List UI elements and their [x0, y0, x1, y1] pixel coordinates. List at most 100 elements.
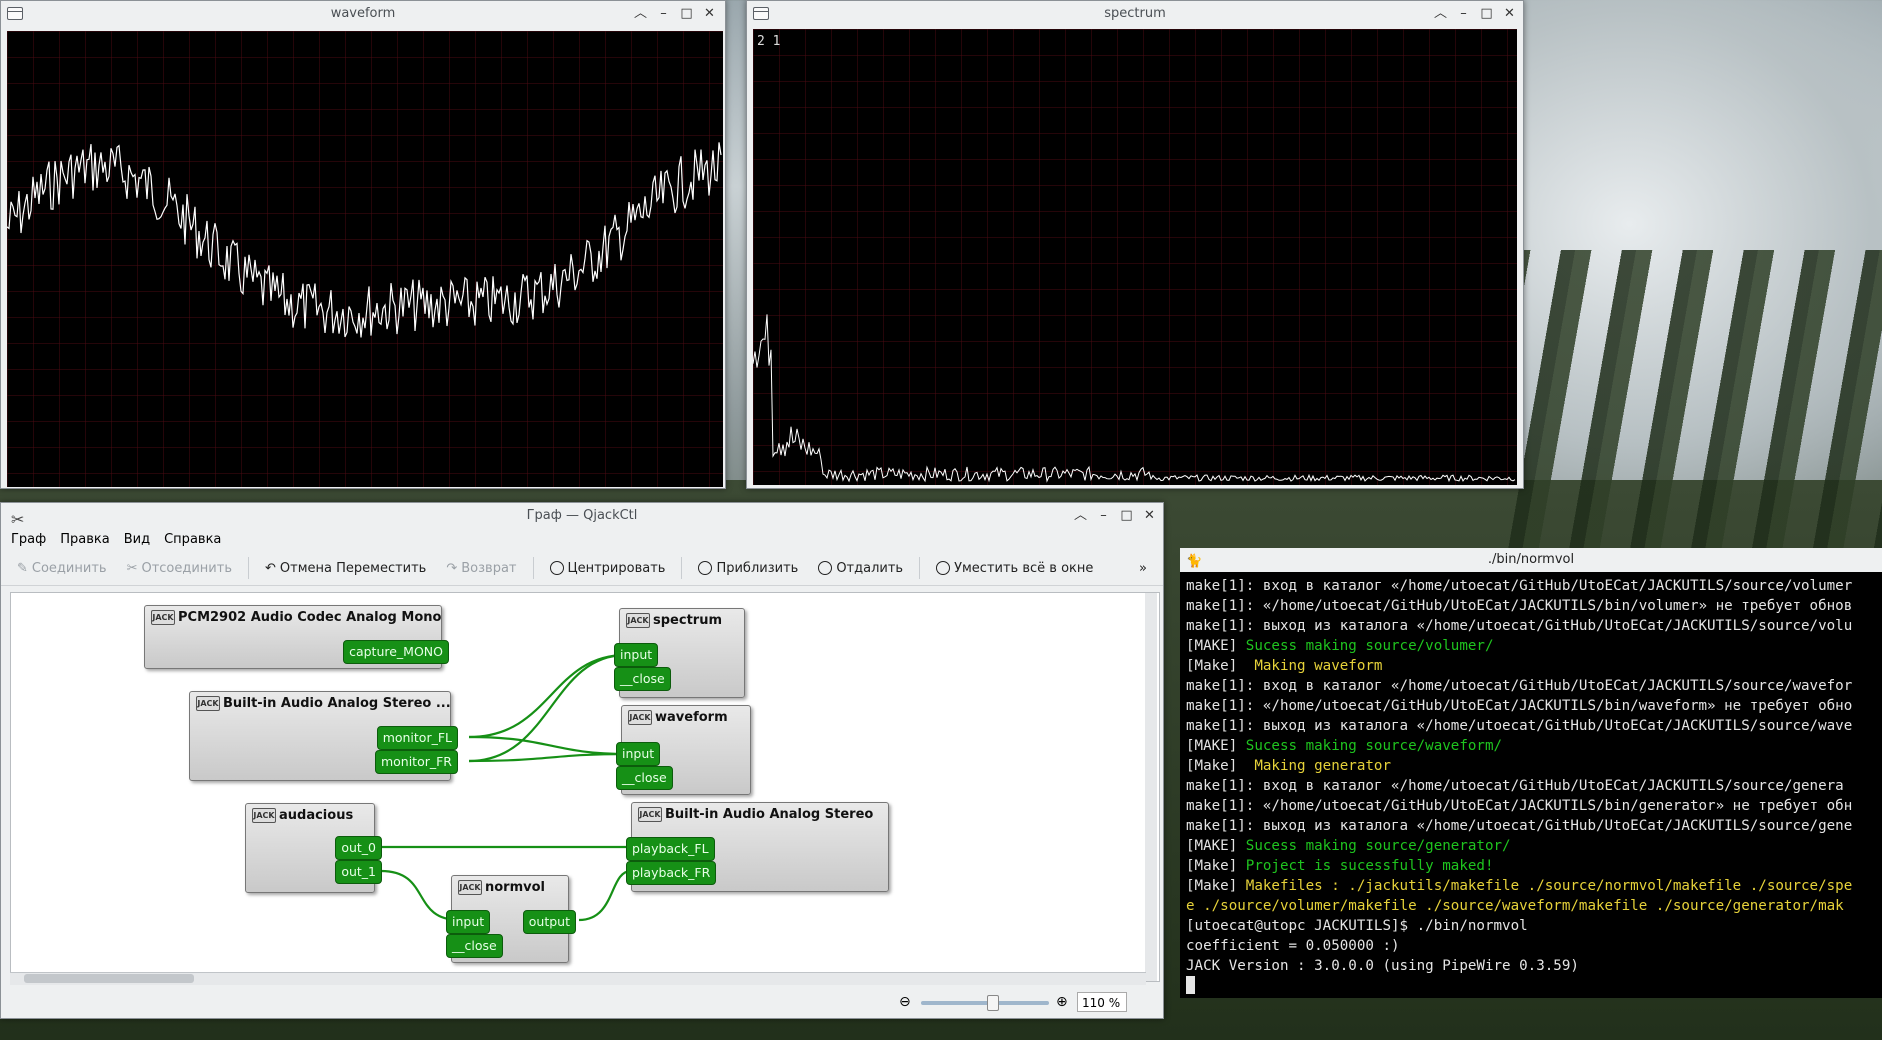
- line-text: Sucess making source/waveform/: [1245, 738, 1503, 754]
- jack-icon: JACK: [458, 880, 482, 895]
- maximize-icon[interactable]: □: [1479, 1, 1494, 27]
- close-icon[interactable]: ✕: [1502, 1, 1517, 27]
- node-audacious[interactable]: JACK audacious out_0 out_1: [245, 803, 382, 893]
- line-prefix: [MAKE]: [1186, 738, 1246, 754]
- zoom-spinbox[interactable]: 110 %: [1077, 992, 1127, 1012]
- connect-button[interactable]: ✎ Соединить: [9, 554, 115, 582]
- graph-canvas[interactable]: JACK PCM2902 Audio Codec Analog Mono capt…: [10, 592, 1160, 982]
- menu-view[interactable]: Вид: [124, 529, 150, 551]
- waveform-window[interactable]: waveform ︿ – □ ✕: [0, 0, 726, 489]
- disconnect-label: Отсоединить: [141, 560, 232, 576]
- line-prefix: [Make]: [1186, 658, 1255, 674]
- node-builtin-playback[interactable]: JACK Built-in Audio Analog Stereo playbac…: [626, 802, 889, 892]
- disconnect-button[interactable]: ✂ Отсоединить: [119, 554, 240, 582]
- line-text: Sucess making source/generator/: [1245, 838, 1511, 854]
- port-out-0[interactable]: out_0: [335, 836, 382, 860]
- terminal-titlebar[interactable]: 🐈 ./bin/normvol: [1180, 548, 1882, 572]
- node-title: waveform: [655, 710, 728, 725]
- port-monitor-fr[interactable]: monitor_FR: [374, 750, 458, 774]
- node-normvol[interactable]: JACK normvol input __close output: [446, 875, 576, 963]
- menu-edit[interactable]: Правка: [60, 529, 109, 551]
- port-spectrum-close[interactable]: __close: [614, 667, 671, 691]
- port-waveform-close[interactable]: __close: [616, 766, 673, 790]
- graph-titlebar[interactable]: ✂ Граф — QjackCtl ︿ – □ ✕: [1, 503, 1163, 529]
- zoom-out-button[interactable]: Отдалить: [810, 554, 911, 582]
- zoom-slider[interactable]: [921, 995, 1049, 1011]
- graph-horizontal-scrollbar[interactable]: [10, 972, 1146, 985]
- window-menu-icon[interactable]: [753, 7, 769, 20]
- connection-normvol-output-playback-fr[interactable]: [578, 869, 632, 922]
- spectrum-display: 2 1: [753, 29, 1517, 485]
- terminal-line: e ./source/volumer/makefile ./source/wav…: [1180, 896, 1882, 916]
- graph-vertical-scrollbar[interactable]: [1145, 593, 1157, 981]
- keep-above-icon[interactable]: ︿: [633, 1, 648, 27]
- undo-icon: ↶: [265, 560, 276, 576]
- port-out-1[interactable]: out_1: [335, 860, 382, 884]
- spectrum-window[interactable]: spectrum ︿ – □ ✕ 2 1: [746, 0, 1524, 489]
- toolbar-more-button[interactable]: »: [1131, 554, 1155, 582]
- line-text: Project is sucessfully maked!: [1245, 858, 1494, 874]
- zoom-in-icon: [698, 561, 713, 575]
- node-pcm2902[interactable]: JACK PCM2902 Audio Codec Analog Mono capt…: [144, 605, 449, 669]
- port-normvol-input[interactable]: input: [446, 910, 491, 934]
- line-text: make[1]: вход в каталог «/home/utoecat/G…: [1186, 578, 1853, 594]
- undo-button[interactable]: ↶ Отмена Переместить: [257, 554, 434, 582]
- node-spectrum[interactable]: JACK spectrum input __close: [614, 608, 745, 698]
- line-text: Making generator: [1254, 758, 1392, 774]
- node-waveform[interactable]: JACK waveform input __close: [616, 705, 751, 795]
- minimize-icon[interactable]: –: [1456, 1, 1471, 27]
- port-waveform-input[interactable]: input: [616, 742, 661, 766]
- terminal-line: [utoecat@utopc JACKUTILS]$ ./bin/normvol: [1180, 916, 1882, 936]
- terminal-output[interactable]: make[1]: вход в каталог «/home/utoecat/G…: [1180, 572, 1882, 976]
- waveform-display: [7, 31, 723, 487]
- line-prefix: [MAKE]: [1186, 838, 1246, 854]
- maximize-icon[interactable]: □: [1119, 503, 1134, 529]
- redo-button[interactable]: ↷ Возврат: [438, 554, 524, 582]
- port-spectrum-input[interactable]: input: [614, 643, 659, 667]
- port-normvol-output[interactable]: output: [522, 910, 576, 934]
- terminal-cursor-line: [1180, 976, 1882, 996]
- port-playback-fr[interactable]: playback_FR: [626, 861, 717, 885]
- fit-button[interactable]: Уместить всё в окне: [928, 554, 1101, 582]
- scroll-thumb[interactable]: [24, 974, 194, 983]
- close-icon[interactable]: ✕: [1142, 503, 1157, 529]
- zoom-in-label: Приблизить: [716, 560, 799, 576]
- minimize-icon[interactable]: –: [656, 1, 671, 27]
- minimize-icon[interactable]: –: [1096, 503, 1111, 529]
- port-normvol-close[interactable]: __close: [446, 934, 503, 958]
- spectrum-titlebar[interactable]: spectrum ︿ – □ ✕: [747, 1, 1523, 27]
- window-menu-icon[interactable]: [7, 7, 23, 20]
- waveform-titlebar[interactable]: waveform ︿ – □ ✕: [1, 1, 725, 27]
- terminal-cursor: [1186, 976, 1195, 994]
- keep-above-icon[interactable]: ︿: [1433, 1, 1448, 27]
- connection-monitor-fl-waveform[interactable]: [468, 735, 629, 756]
- terminal-line: make[1]: вход в каталог «/home/utoecat/G…: [1180, 676, 1882, 696]
- zoom-slider-handle[interactable]: [987, 995, 999, 1011]
- fit-label: Уместить всё в окне: [954, 560, 1094, 576]
- graph-title: Граф — QjackCtl: [526, 508, 638, 523]
- port-playback-fl[interactable]: playback_FL: [626, 837, 715, 861]
- port-capture-mono[interactable]: capture_MONO: [343, 640, 449, 664]
- connect-label: Соединить: [31, 560, 107, 576]
- port-monitor-fl[interactable]: monitor_FL: [376, 726, 458, 750]
- connection-monitor-fl-spectrum[interactable]: [468, 653, 627, 739]
- terminal-app-icon: 🐈: [1186, 554, 1203, 569]
- node-title: audacious: [279, 808, 354, 823]
- line-text: Makefiles : ./jackutils/makefile ./sourc…: [1245, 878, 1853, 894]
- close-icon[interactable]: ✕: [702, 1, 717, 27]
- zoom-out-small-icon[interactable]: ⊖: [899, 994, 911, 1010]
- zoom-in-button[interactable]: Приблизить: [690, 554, 806, 582]
- terminal-window[interactable]: 🐈 ./bin/normvol make[1]: вход в каталог …: [1180, 548, 1882, 998]
- terminal-line: [Make] Making generator: [1180, 756, 1882, 776]
- maximize-icon[interactable]: □: [679, 1, 694, 27]
- terminal-line: [MAKE] Sucess making source/generator/: [1180, 836, 1882, 856]
- zoom-in-small-icon[interactable]: ⊕: [1056, 994, 1068, 1010]
- terminal-line: [Make] Makefiles : ./jackutils/makefile …: [1180, 876, 1882, 896]
- graph-menubar: Граф Правка Вид Справка: [1, 529, 1163, 551]
- center-button[interactable]: Центрировать: [542, 554, 674, 582]
- line-text: e ./source/volumer/makefile ./source/wav…: [1186, 898, 1844, 914]
- node-builtin-monitor[interactable]: JACK Built-in Audio Analog Stereo ... mon…: [189, 691, 458, 781]
- menu-help[interactable]: Справка: [164, 529, 221, 551]
- keep-above-icon[interactable]: ︿: [1073, 503, 1088, 529]
- node-title: normvol: [485, 880, 546, 895]
